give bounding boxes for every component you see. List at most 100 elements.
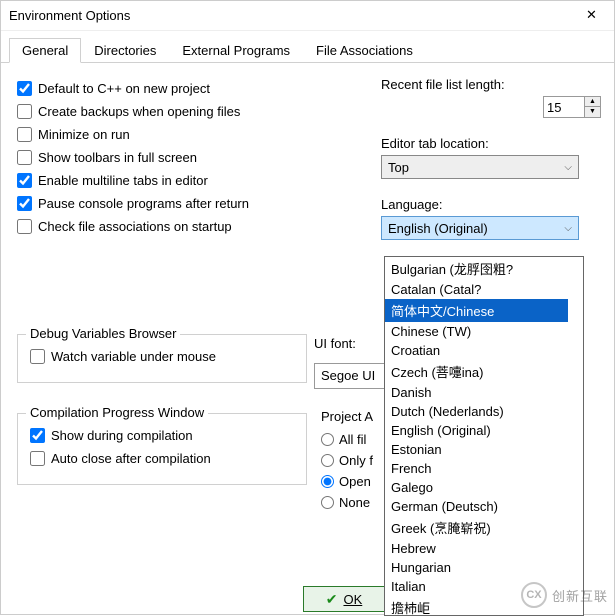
language-option[interactable]: Estonian (385, 440, 568, 459)
language-option[interactable]: Danish (385, 383, 568, 402)
language-option[interactable]: German (Deutsch) (385, 497, 568, 516)
language-label: Language: (381, 197, 601, 212)
ok-label: OK (343, 592, 362, 607)
radio-label: None (339, 495, 370, 510)
group-title: Compilation Progress Window (26, 405, 208, 420)
radio-none[interactable]: None (321, 495, 373, 510)
ui-font-label: UI font: (314, 336, 356, 351)
group-compilation-progress: Compilation Progress Window Show during … (17, 413, 307, 485)
combo-value: Top (388, 160, 409, 175)
language-option[interactable]: 简体中文/Chinese (385, 299, 568, 322)
language-option[interactable]: Galego (385, 478, 568, 497)
tab-strip: General Directories External Programs Fi… (1, 37, 614, 63)
check-icon: ✔ (326, 591, 338, 608)
watermark: CX 创新互联 (521, 582, 608, 608)
dropdown-items: Bulgarian (龙脬囹粗?Catalan (Catal?简体中文/Chin… (385, 257, 568, 616)
project-auto-open-group: Project A All fil Only f Open None (321, 409, 373, 516)
radio-opened[interactable]: Open (321, 474, 373, 489)
combo-value: English (Original) (388, 221, 488, 236)
radio-input[interactable] (321, 433, 334, 446)
checkbox-input[interactable] (17, 81, 32, 96)
checkbox-toolbars-fullscreen[interactable]: Show toolbars in full screen (17, 150, 357, 165)
language-option[interactable]: Czech (菩嚏ina) (385, 360, 568, 383)
checkbox-auto-close[interactable]: Auto close after compilation (30, 451, 294, 466)
tab-file-associations[interactable]: File Associations (303, 38, 426, 63)
checkbox-input[interactable] (30, 428, 45, 443)
project-label: Project A (321, 409, 373, 424)
checkbox-label: Watch variable under mouse (51, 349, 216, 364)
checkbox-input[interactable] (17, 150, 32, 165)
checkbox-default-cpp[interactable]: Default to C++ on new project (17, 81, 357, 96)
checkbox-label: Auto close after compilation (51, 451, 211, 466)
checkbox-input[interactable] (17, 219, 32, 234)
chevron-down-icon: ⌵ (564, 162, 572, 173)
language-dropdown-list: Bulgarian (龙脬囹粗?Catalan (Catal?简体中文/Chin… (384, 256, 584, 616)
checkbox-pause-console[interactable]: Pause console programs after return (17, 196, 357, 211)
editor-tab-combo[interactable]: Top ⌵ (381, 155, 579, 179)
radio-label: Open (339, 474, 371, 489)
checkbox-minimize-run[interactable]: Minimize on run (17, 127, 357, 142)
checkbox-label: Enable multiline tabs in editor (38, 173, 208, 188)
language-option[interactable]: French (385, 459, 568, 478)
radio-label: All fil (339, 432, 366, 447)
radio-label: Only f (339, 453, 373, 468)
tab-directories[interactable]: Directories (81, 38, 169, 63)
checkbox-label: Check file associations on startup (38, 219, 232, 234)
checkbox-label: Show during compilation (51, 428, 193, 443)
language-option[interactable]: Bulgarian (龙脬囹粗? (385, 257, 568, 280)
environment-options-dialog: Environment Options ✕ General Directorie… (0, 0, 615, 615)
checkbox-label: Minimize on run (38, 127, 130, 142)
checkbox-input[interactable] (17, 196, 32, 211)
checkbox-input[interactable] (17, 173, 32, 188)
checkbox-input[interactable] (17, 104, 32, 119)
checkbox-input[interactable] (30, 349, 45, 364)
checkbox-check-assoc[interactable]: Check file associations on startup (17, 219, 357, 234)
checkbox-label: Pause console programs after return (38, 196, 249, 211)
right-column: Recent file list length: ▲ ▼ Editor tab … (381, 77, 601, 258)
group-title: Debug Variables Browser (26, 326, 180, 341)
language-option[interactable]: Chinese (TW) (385, 322, 568, 341)
checkbox-show-during-compilation[interactable]: Show during compilation (30, 428, 294, 443)
checkbox-input[interactable] (17, 127, 32, 142)
checkbox-watch-variable[interactable]: Watch variable under mouse (30, 349, 294, 364)
radio-only-first[interactable]: Only f (321, 453, 373, 468)
group-debug-variables: Debug Variables Browser Watch variable u… (17, 334, 307, 383)
chevron-down-icon: ⌵ (564, 223, 572, 234)
recent-file-input[interactable] (543, 96, 585, 118)
ok-button[interactable]: ✔ OK (303, 586, 385, 612)
recent-file-spinner: ▲ ▼ (381, 96, 601, 118)
logo-icon: CX (521, 582, 547, 608)
titlebar: Environment Options ✕ (1, 1, 614, 31)
language-option[interactable]: Dutch (Nederlands) (385, 402, 568, 421)
combo-value: Segoe UI (321, 368, 375, 383)
close-button[interactable]: ✕ (569, 1, 614, 31)
checkbox-label: Default to C++ on new project (38, 81, 210, 96)
spinner-down-icon[interactable]: ▼ (585, 107, 600, 117)
language-option[interactable]: Hungarian (385, 558, 568, 577)
recent-file-label: Recent file list length: (381, 77, 601, 92)
checkbox-multiline-tabs[interactable]: Enable multiline tabs in editor (17, 173, 357, 188)
window-title: Environment Options (9, 8, 130, 23)
language-option[interactable]: Greek (烹腌崭祝) (385, 516, 568, 539)
watermark-text: 创新互联 (552, 586, 608, 605)
language-combo[interactable]: English (Original) ⌵ (381, 216, 579, 240)
radio-input[interactable] (321, 475, 334, 488)
language-option[interactable]: Catalan (Catal? (385, 280, 568, 299)
spinner-up-icon[interactable]: ▲ (585, 97, 600, 107)
radio-input[interactable] (321, 454, 334, 467)
left-column: Default to C++ on new project Create bac… (17, 81, 357, 485)
editor-tab-label: Editor tab location: (381, 136, 601, 151)
checkbox-create-backups[interactable]: Create backups when opening files (17, 104, 357, 119)
tab-external-programs[interactable]: External Programs (169, 38, 303, 63)
checkbox-label: Create backups when opening files (38, 104, 240, 119)
language-option[interactable]: Hebrew (385, 539, 568, 558)
language-option[interactable]: Croatian (385, 341, 568, 360)
spinner-buttons: ▲ ▼ (585, 96, 601, 118)
language-option[interactable]: English (Original) (385, 421, 568, 440)
checkbox-label: Show toolbars in full screen (38, 150, 197, 165)
ui-font-combo[interactable]: Segoe UI (314, 363, 386, 389)
tab-general[interactable]: General (9, 38, 81, 63)
checkbox-input[interactable] (30, 451, 45, 466)
radio-input[interactable] (321, 496, 334, 509)
radio-all-files[interactable]: All fil (321, 432, 373, 447)
